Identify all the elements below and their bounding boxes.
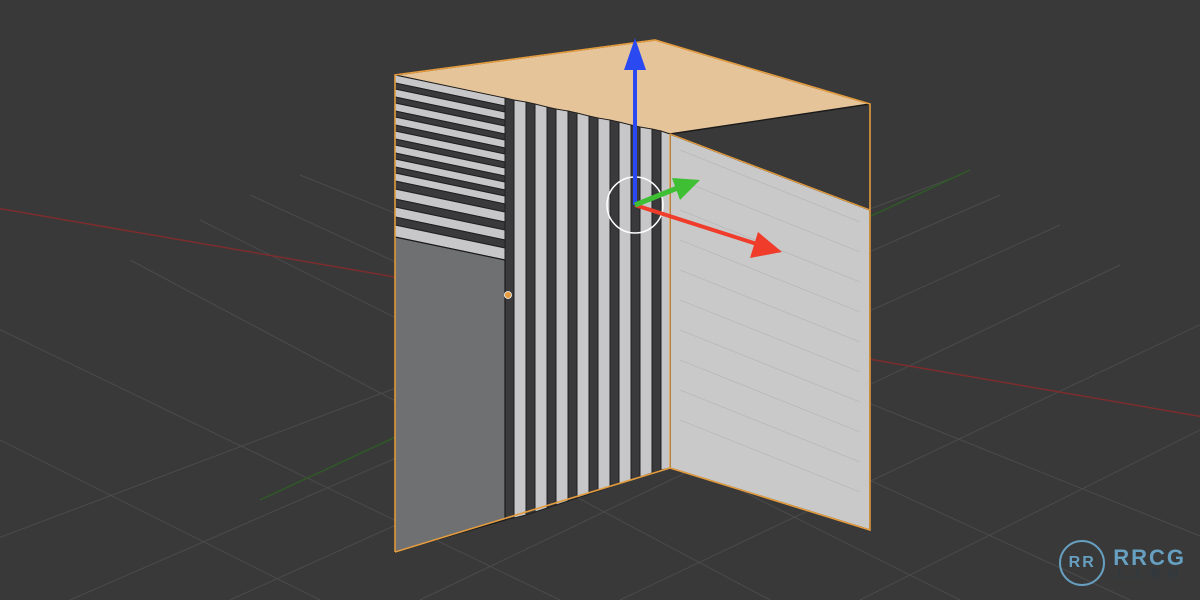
cube-fins: [505, 98, 670, 520]
viewport-canvas[interactable]: [0, 0, 1200, 600]
3d-viewport[interactable]: [0, 0, 1200, 600]
cube-front-panel: [395, 237, 505, 552]
object-origin-dot: [505, 292, 512, 299]
selected-object-cube[interactable]: [395, 40, 870, 552]
cube-horizontal-fins: [395, 75, 505, 260]
cube-right-face: [670, 134, 870, 530]
